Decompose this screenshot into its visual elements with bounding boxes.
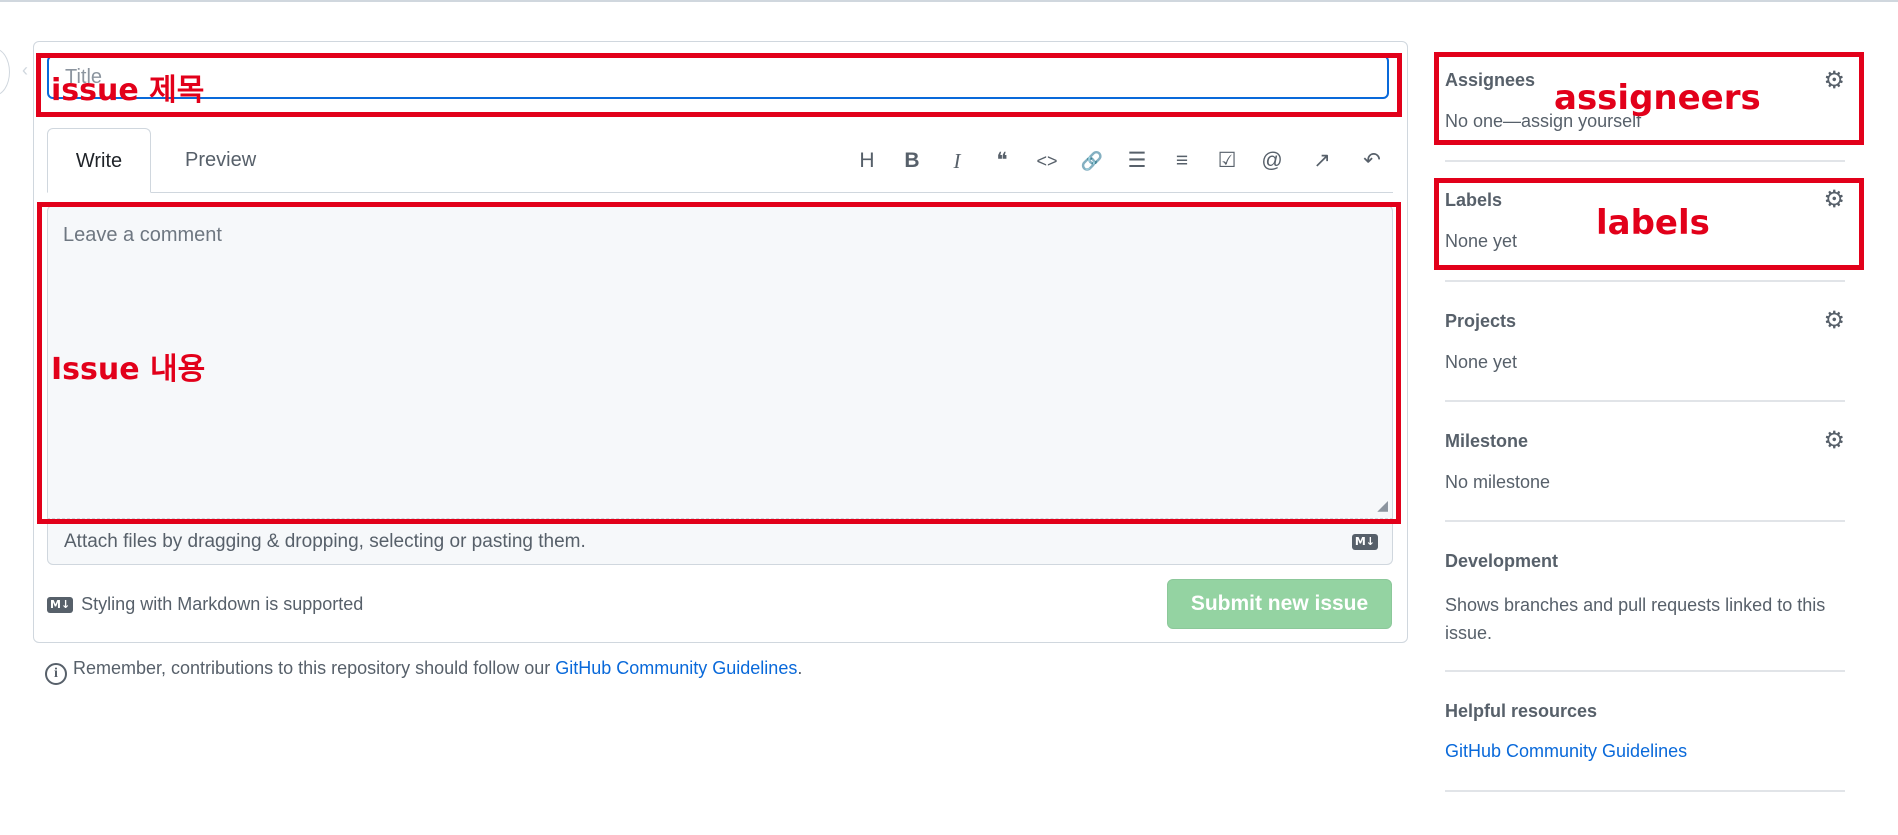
top-divider — [0, 0, 1898, 2]
avatar-edge — [0, 48, 10, 96]
helpful-resources-section: Helpful resources GitHub Community Guide… — [1445, 692, 1845, 792]
guidelines-note-suffix: . — [797, 658, 803, 678]
helpful-resources-title: Helpful resources — [1445, 701, 1598, 721]
tab-preview[interactable]: Preview — [161, 128, 280, 192]
italic-icon[interactable]: I — [940, 144, 974, 178]
annotation-box-body — [37, 202, 1401, 524]
milestone-title: Milestone — [1445, 431, 1529, 451]
community-guidelines-link[interactable]: GitHub Community Guidelines — [1445, 741, 1687, 762]
numbered-list-icon[interactable]: ≡ — [1165, 144, 1199, 178]
gear-icon[interactable]: ⚙ — [1823, 426, 1845, 455]
undo-icon[interactable]: ↶ — [1355, 144, 1389, 178]
quote-icon[interactable]: ❝ — [985, 144, 1019, 178]
guidelines-note-prefix: Remember, contributions to this reposito… — [73, 658, 556, 678]
markdown-note[interactable]: M↓ Styling with Markdown is supported — [47, 594, 363, 615]
gear-icon[interactable]: ⚙ — [1823, 306, 1845, 335]
annotation-body: Issue 내용 — [51, 352, 206, 387]
milestone-value: No milestone — [1445, 472, 1551, 492]
markdown-icon: M↓ — [47, 597, 74, 613]
reference-icon[interactable]: ↗ — [1305, 144, 1339, 178]
submit-issue-button[interactable]: Submit new issue — [1167, 579, 1392, 629]
annotation-box-title — [36, 53, 1402, 117]
milestone-section: Milestone ⚙ No milestone — [1445, 422, 1845, 522]
heading-icon[interactable]: H — [850, 144, 884, 178]
attach-files-text: Attach files by dragging & dropping, sel… — [64, 531, 586, 552]
bold-icon[interactable]: B — [895, 144, 929, 178]
link-icon[interactable]: 🔗 — [1075, 144, 1109, 178]
tab-write[interactable]: Write — [47, 128, 151, 193]
annotation-labels: labels — [1596, 203, 1710, 243]
projects-section: Projects ⚙ None yet — [1445, 302, 1845, 402]
annotation-title: issue 제목 — [51, 73, 205, 108]
development-section: Development Shows branches and pull requ… — [1445, 542, 1845, 672]
markdown-note-text: Styling with Markdown is supported — [81, 594, 364, 614]
bulleted-list-icon[interactable]: ☰ — [1120, 144, 1154, 178]
code-icon[interactable]: <> — [1030, 144, 1064, 178]
attach-files-bar[interactable]: Attach files by dragging & dropping, sel… — [47, 520, 1393, 565]
annotation-assignees: assigneers — [1554, 78, 1761, 118]
info-icon: i — [45, 663, 67, 685]
chevron-left-icon: ‹ — [22, 60, 28, 80]
task-list-icon[interactable]: ☑ — [1210, 144, 1244, 178]
development-title: Development — [1445, 551, 1559, 571]
projects-title: Projects — [1445, 311, 1517, 331]
development-value: Shows branches and pull requests linked … — [1445, 595, 1826, 643]
markdown-icon: M↓ — [1351, 534, 1378, 550]
guidelines-link[interactable]: GitHub Community Guidelines — [555, 658, 797, 678]
guidelines-note: i Remember, contributions to this reposit… — [45, 658, 802, 685]
projects-value: None yet — [1445, 352, 1518, 372]
mention-icon[interactable]: @ — [1255, 144, 1289, 178]
